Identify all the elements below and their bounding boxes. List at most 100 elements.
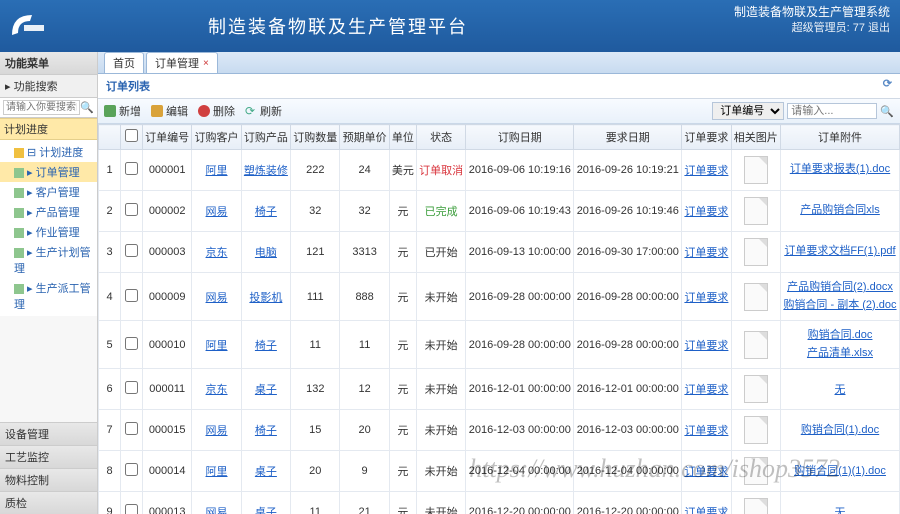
sidebar-section-0[interactable]: 设备管理 — [0, 422, 97, 445]
table-row[interactable]: 9000013网易桌子1121元未开始2016-12-20 00:00:0020… — [99, 492, 900, 514]
row-checkbox[interactable] — [125, 203, 138, 216]
product-link[interactable]: 椅子 — [241, 191, 290, 232]
row-checkbox[interactable] — [125, 381, 138, 394]
col-0[interactable] — [99, 125, 121, 150]
sidebar-item-1[interactable]: ▸ 订单管理 — [0, 162, 97, 182]
filter-field-select[interactable]: 订单编号 — [712, 102, 784, 120]
attachment-link[interactable]: 订单要求文档FF(1).pdf — [784, 245, 895, 257]
sidebar-item-0[interactable]: ⊟ 计划进度 — [0, 142, 97, 162]
sidebar-item-3[interactable]: ▸ 产品管理 — [0, 202, 97, 222]
thumbnail[interactable] — [744, 331, 768, 359]
product-link[interactable]: 桌子 — [241, 451, 290, 492]
product-link[interactable]: 桌子 — [241, 369, 290, 410]
thumbnail[interactable] — [744, 156, 768, 184]
filter-input[interactable] — [787, 103, 877, 119]
thumbnail[interactable] — [744, 238, 768, 266]
row-checkbox[interactable] — [125, 244, 138, 257]
attachment-link[interactable]: 产品清单.xlsx — [807, 347, 873, 359]
col-7[interactable]: 单位 — [389, 125, 416, 150]
col-9[interactable]: 订购日期 — [466, 125, 574, 150]
close-icon[interactable]: × — [203, 58, 209, 69]
search-icon[interactable]: 🔍 — [80, 101, 94, 114]
product-link[interactable]: 椅子 — [241, 410, 290, 451]
col-10[interactable]: 要求日期 — [574, 125, 682, 150]
row-checkbox[interactable] — [125, 463, 138, 476]
requirement-link[interactable]: 订单要求 — [682, 273, 731, 321]
sidebar-section-2[interactable]: 物料控制 — [0, 468, 97, 491]
requirement-link[interactable]: 订单要求 — [682, 410, 731, 451]
attachment-link[interactable]: 购销合同 - 副本 (2).doc — [783, 299, 896, 311]
product-link[interactable]: 椅子 — [241, 321, 290, 369]
attachment-link[interactable]: 产品购销合同(2).docx — [787, 281, 893, 293]
col-6[interactable]: 预期单价 — [340, 125, 389, 150]
table-row[interactable]: 1000001阿里塑炼装修22224美元订单取消2016-09-06 10:19… — [99, 150, 900, 191]
sidebar-group-plan[interactable]: 计划进度 — [0, 118, 97, 140]
edit-button[interactable]: 编辑 — [151, 103, 188, 119]
col-12[interactable]: 相关图片 — [731, 125, 780, 150]
row-checkbox[interactable] — [125, 422, 138, 435]
requirement-link[interactable]: 订单要求 — [682, 232, 731, 273]
delete-button[interactable]: 删除 — [198, 103, 235, 119]
col-3[interactable]: 订购客户 — [192, 125, 241, 150]
table-row[interactable]: 2000002网易椅子3232元已完成2016-09-06 10:19:4320… — [99, 191, 900, 232]
thumbnail[interactable] — [744, 498, 768, 514]
add-button[interactable]: 新增 — [104, 103, 141, 119]
filter-search-icon[interactable]: 🔍 — [880, 105, 894, 118]
table-row[interactable]: 8000014阿里桌子209元未开始2016-12-04 00:00:00201… — [99, 451, 900, 492]
col-8[interactable]: 状态 — [416, 125, 465, 150]
requirement-link[interactable]: 订单要求 — [682, 369, 731, 410]
requirement-link[interactable]: 订单要求 — [682, 492, 731, 514]
customer-link[interactable]: 网易 — [192, 410, 241, 451]
customer-link[interactable]: 阿里 — [192, 321, 241, 369]
sidebar-section-3[interactable]: 质检 — [0, 491, 97, 514]
customer-link[interactable]: 阿里 — [192, 150, 241, 191]
customer-link[interactable]: 网易 — [192, 492, 241, 514]
row-checkbox[interactable] — [125, 337, 138, 350]
sidebar-item-6[interactable]: ▸ 生产派工管理 — [0, 278, 97, 314]
attachment-link[interactable]: 购销合同(1).doc — [801, 424, 879, 436]
tab-1[interactable]: 订单管理× — [146, 52, 218, 73]
thumbnail[interactable] — [744, 375, 768, 403]
function-search-input[interactable] — [3, 100, 80, 115]
sidebar-item-2[interactable]: ▸ 客户管理 — [0, 182, 97, 202]
thumbnail[interactable] — [744, 283, 768, 311]
select-all-checkbox[interactable] — [125, 129, 138, 142]
panel-refresh-icon[interactable]: ⟳ — [883, 77, 892, 90]
product-link[interactable]: 塑炼装修 — [241, 150, 290, 191]
product-link[interactable]: 桌子 — [241, 492, 290, 514]
col-1[interactable] — [121, 125, 143, 150]
customer-link[interactable]: 阿里 — [192, 451, 241, 492]
col-4[interactable]: 订购产品 — [241, 125, 290, 150]
row-checkbox[interactable] — [125, 504, 138, 514]
row-checkbox[interactable] — [125, 162, 138, 175]
attachment-link[interactable]: 产品购销合同xls — [800, 204, 879, 216]
requirement-link[interactable]: 订单要求 — [682, 451, 731, 492]
thumbnail[interactable] — [744, 416, 768, 444]
table-row[interactable]: 6000011京东桌子13212元未开始2016-12-01 00:00:002… — [99, 369, 900, 410]
customer-link[interactable]: 京东 — [192, 232, 241, 273]
table-row[interactable]: 3000003京东电脑1213313元已开始2016-09-13 10:00:0… — [99, 232, 900, 273]
attachment-link[interactable]: 订单要求报表(1).doc — [790, 163, 890, 175]
sidebar-item-5[interactable]: ▸ 生产计划管理 — [0, 242, 97, 278]
attachment-link[interactable]: 购销合同.doc — [808, 329, 873, 341]
product-link[interactable]: 电脑 — [241, 232, 290, 273]
table-row[interactable]: 5000010阿里椅子1111元未开始2016-09-28 00:00:0020… — [99, 321, 900, 369]
refresh-button[interactable]: ⟳刷新 — [245, 103, 282, 119]
product-link[interactable]: 投影机 — [241, 273, 290, 321]
col-5[interactable]: 订购数量 — [291, 125, 340, 150]
row-checkbox[interactable] — [125, 289, 138, 302]
customer-link[interactable]: 网易 — [192, 191, 241, 232]
requirement-link[interactable]: 订单要求 — [682, 321, 731, 369]
table-row[interactable]: 7000015网易椅子1520元未开始2016-12-03 00:00:0020… — [99, 410, 900, 451]
col-11[interactable]: 订单要求 — [682, 125, 731, 150]
requirement-link[interactable]: 订单要求 — [682, 150, 731, 191]
sidebar-item-4[interactable]: ▸ 作业管理 — [0, 222, 97, 242]
sidebar-section-1[interactable]: 工艺监控 — [0, 445, 97, 468]
col-13[interactable]: 订单附件 — [780, 125, 899, 150]
requirement-link[interactable]: 订单要求 — [682, 191, 731, 232]
customer-link[interactable]: 网易 — [192, 273, 241, 321]
col-2[interactable]: 订单编号 — [143, 125, 192, 150]
customer-link[interactable]: 京东 — [192, 369, 241, 410]
tab-0[interactable]: 首页 — [104, 52, 144, 73]
thumbnail[interactable] — [744, 457, 768, 485]
